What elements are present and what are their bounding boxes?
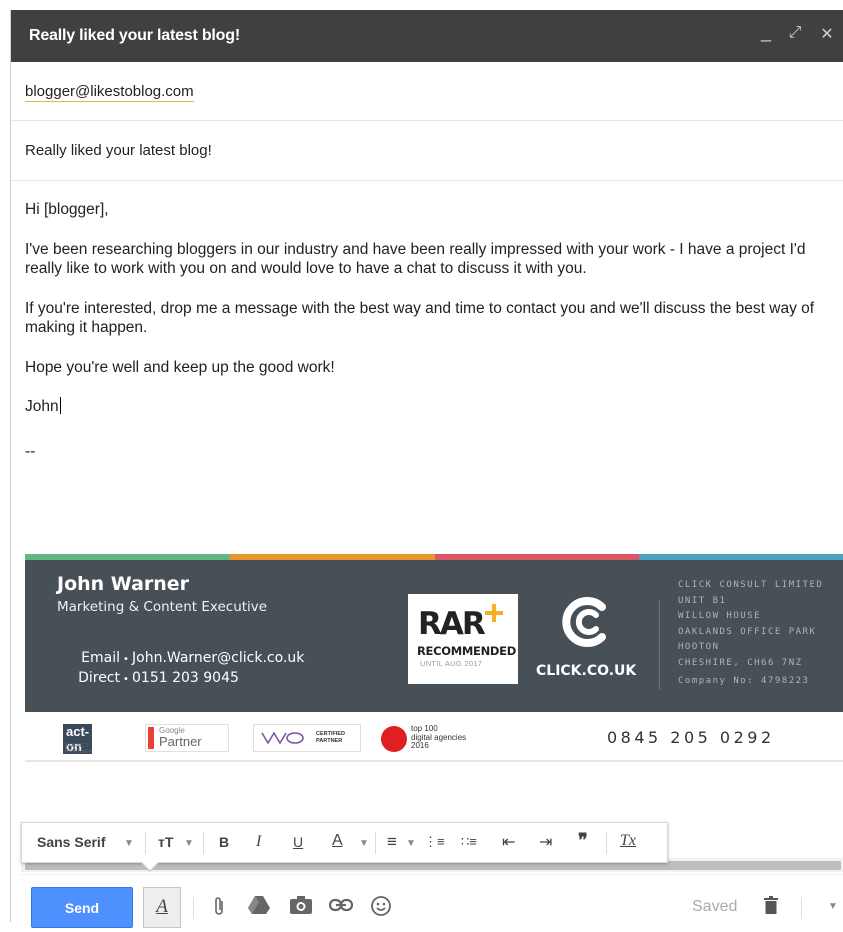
address-line: WILLOW HOUSE bbox=[678, 611, 762, 621]
rar-recommended-badge: RAR RECOMMENDED UNTIL AUG 2017 bbox=[408, 594, 518, 684]
rar-logo-text: RAR bbox=[418, 606, 486, 642]
top100-text: top 100 digital agencies 2016 bbox=[411, 724, 466, 751]
google-badge-bar bbox=[148, 727, 154, 749]
company-number: Company No: 4798223 bbox=[678, 676, 810, 686]
bulleted-list-icon[interactable]: ∷≡ bbox=[461, 834, 477, 850]
compose-title: Really liked your latest blog! bbox=[29, 27, 240, 44]
top100-badge-icon bbox=[381, 726, 407, 752]
rar-until-text: UNTIL AUG 2017 bbox=[420, 659, 483, 668]
signature-email[interactable]: John.Warner@click.co.uk bbox=[132, 650, 304, 666]
email-signature: John Warner Marketing & Content Executiv… bbox=[25, 554, 843, 762]
font-size-icon[interactable]: тT bbox=[158, 834, 173, 850]
signature-panel: John Warner Marketing & Content Executiv… bbox=[25, 560, 843, 712]
subject-input[interactable]: Really liked your latest blog! bbox=[25, 142, 212, 159]
woo-icon bbox=[261, 731, 304, 745]
font-family-select[interactable]: Sans Serif bbox=[37, 834, 105, 850]
address-line: CLICK CONSULT LIMITED bbox=[678, 580, 824, 590]
signature-separator: -- bbox=[25, 442, 36, 460]
partner-text: Partner bbox=[159, 734, 202, 749]
emoji-icon[interactable] bbox=[369, 895, 393, 919]
subject-field[interactable]: Really liked your latest blog! bbox=[11, 121, 843, 181]
address-line: HOOTON bbox=[678, 642, 720, 652]
italic-button[interactable]: I bbox=[256, 833, 261, 851]
insert-photo-icon[interactable] bbox=[289, 895, 313, 919]
chevron-down-icon: ▼ bbox=[406, 838, 416, 849]
signature-direct-phone: 0151 203 9045 bbox=[132, 670, 239, 686]
woo-line-2: PARTNER bbox=[316, 738, 343, 744]
underline-button[interactable]: U bbox=[293, 834, 303, 850]
email-label: Email bbox=[81, 650, 120, 666]
signature-contact: Email • John.Warner@click.co.uk Direct • 015… bbox=[70, 649, 304, 689]
company-phone: 0845 205 0292 bbox=[607, 728, 775, 747]
signature-role: Marketing & Content Executive bbox=[57, 599, 268, 615]
body-greeting: Hi [blogger], bbox=[25, 201, 109, 218]
acton-subtext: AGENCY PARTNER bbox=[65, 743, 93, 755]
google-drive-icon[interactable] bbox=[247, 895, 271, 919]
attach-file-icon[interactable] bbox=[207, 895, 231, 919]
company-address: CLICK CONSULT LIMITED UNIT B1 WILLOW HOU… bbox=[678, 578, 823, 690]
direct-label: Direct bbox=[78, 670, 120, 686]
body-paragraph-3: Hope you're well and keep up the good wo… bbox=[25, 358, 335, 376]
remove-formatting-icon[interactable]: Tx bbox=[620, 832, 636, 850]
woocommerce-partner-logo: CERTIFIED PARTNER bbox=[253, 724, 361, 752]
trash-icon[interactable] bbox=[759, 895, 783, 919]
top100-line-3: 2016 bbox=[411, 741, 429, 750]
plus-icon bbox=[485, 604, 503, 622]
chevron-down-icon: ▼ bbox=[359, 838, 369, 849]
address-line: UNIT B1 bbox=[678, 595, 727, 606]
woo-certified-text: CERTIFIED PARTNER bbox=[316, 731, 345, 745]
expand-icon[interactable]: ⤢ bbox=[785, 24, 805, 44]
click-logo-icon bbox=[562, 597, 606, 647]
compose-bottom-toolbar: Send A Saved ▼ bbox=[21, 874, 843, 932]
draft-saved-status: Saved bbox=[692, 898, 738, 915]
brand-name: CLICK.CO.UK bbox=[536, 663, 637, 679]
bold-button[interactable]: B bbox=[219, 834, 229, 850]
address-line: CHESHIRE, CH66 7NZ bbox=[678, 657, 803, 668]
formatting-toolbar: Sans Serif ▼ тT ▼ B I U A ▼ ≡ ▼ ⋮≡ ∷≡ ⇤ … bbox=[21, 822, 668, 863]
text-cursor bbox=[59, 397, 61, 414]
compose-titlebar[interactable]: Really liked your latest blog! _ ⤢ ✕ bbox=[11, 10, 843, 62]
align-icon[interactable]: ≡ bbox=[387, 832, 397, 852]
signature-divider bbox=[659, 600, 660, 690]
indent-more-icon[interactable]: ⇥ bbox=[539, 832, 552, 852]
insert-link-icon[interactable] bbox=[328, 895, 354, 919]
message-body[interactable]: Hi [blogger], I've been researching blog… bbox=[25, 200, 840, 461]
chevron-down-icon: ▼ bbox=[124, 838, 134, 849]
close-icon[interactable]: ✕ bbox=[817, 24, 837, 44]
body-signoff: John bbox=[25, 398, 59, 415]
partner-logos-strip: act-on AGENCY PARTNER Google Partner CER… bbox=[25, 712, 843, 762]
body-paragraph-1: I've been researching bloggers in our in… bbox=[25, 240, 806, 278]
google-partner-logo: Google Partner bbox=[145, 724, 229, 752]
quote-icon[interactable]: ❞ bbox=[578, 830, 588, 851]
more-options-chevron-icon[interactable]: ▼ bbox=[821, 895, 843, 919]
minimize-icon[interactable]: _ bbox=[756, 22, 776, 42]
to-field[interactable]: blogger@likestoblog.com bbox=[11, 62, 843, 121]
numbered-list-icon[interactable]: ⋮≡ bbox=[424, 834, 445, 850]
body-paragraph-2: If you're interested, drop me a message … bbox=[25, 299, 815, 337]
body-signoff-line: John bbox=[25, 397, 840, 417]
indent-less-icon[interactable]: ⇤ bbox=[502, 832, 515, 852]
rar-recommended-text: RECOMMENDED bbox=[417, 644, 516, 658]
address-line: OAKLANDS OFFICE PARK bbox=[678, 626, 817, 637]
signature-name: John Warner bbox=[57, 573, 190, 595]
compose-window: Really liked your latest blog! _ ⤢ ✕ blo… bbox=[10, 10, 843, 932]
text-color-button[interactable]: A bbox=[332, 832, 343, 850]
woo-line-1: CERTIFIED bbox=[316, 731, 346, 737]
recipient-chip[interactable]: blogger@likestoblog.com bbox=[25, 83, 194, 102]
chevron-down-icon: ▼ bbox=[184, 838, 194, 849]
